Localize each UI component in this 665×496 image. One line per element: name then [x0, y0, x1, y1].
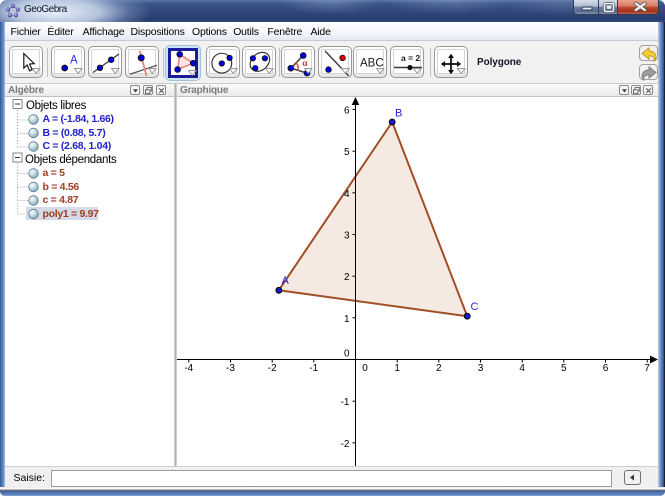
svg-text:1: 1 — [344, 314, 350, 325]
svg-text:A: A — [282, 275, 290, 287]
svg-text:C: C — [471, 301, 479, 313]
svg-text:0: 0 — [344, 349, 350, 360]
svg-text:2: 2 — [436, 363, 442, 374]
svg-text:-1: -1 — [309, 363, 318, 374]
svg-text:7: 7 — [644, 363, 650, 374]
svg-text:-1: -1 — [341, 397, 350, 408]
svg-text:A: A — [70, 55, 78, 67]
svg-text:3: 3 — [478, 363, 484, 374]
svg-text:5: 5 — [344, 147, 350, 158]
svg-text:-4: -4 — [184, 363, 193, 374]
svg-text:6: 6 — [603, 363, 609, 374]
svg-text:-3: -3 — [226, 363, 235, 374]
svg-text:B: B — [395, 108, 402, 120]
svg-text:5: 5 — [561, 363, 567, 374]
svg-text:-2: -2 — [341, 439, 350, 450]
svg-text:6: 6 — [344, 106, 350, 117]
svg-text:a = 2: a = 2 — [401, 53, 420, 63]
svg-text:0: 0 — [362, 363, 368, 374]
svg-text:-2: -2 — [268, 363, 277, 374]
svg-text:3: 3 — [344, 231, 350, 242]
svg-text:4: 4 — [344, 189, 350, 200]
svg-text:2: 2 — [344, 272, 350, 283]
svg-text:1: 1 — [394, 363, 400, 374]
svg-text:4: 4 — [519, 363, 525, 374]
